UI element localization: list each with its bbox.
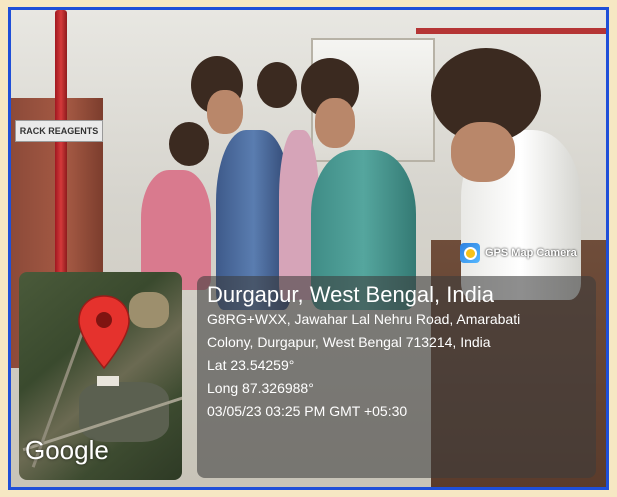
person-boy-white-coat-face: [451, 122, 515, 182]
address-line-1: G8RG+WXX, Jawahar Lal Nehru Road, Amarab…: [207, 311, 521, 327]
map-thumbnail: Google: [19, 272, 182, 480]
latitude-text: Lat 23.54259°: [207, 357, 295, 373]
map-terrain-patch: [79, 382, 169, 442]
gps-map-camera-badge: GPS Map Camera: [460, 240, 577, 266]
reagent-sign: RACK REAGENTS: [15, 120, 103, 142]
address-line-2: Colony, Durgapur, West Bengal 713214, In…: [207, 334, 491, 350]
datetime-text: 03/05/23 03:25 PM GMT +05:30: [207, 403, 408, 419]
google-logo: Google: [25, 435, 109, 465]
map-building: [97, 376, 119, 386]
longitude-text: Long 87.326988°: [207, 380, 314, 396]
person-boy-checked-shirt-face: [207, 90, 243, 134]
map-terrain-patch: [129, 292, 169, 328]
person-girl-left-head: [169, 122, 209, 166]
gps-map-camera-label: GPS Map Camera: [485, 247, 577, 259]
location-title: Durgapur, West Bengal, India: [207, 282, 494, 307]
map-pin-icon: [78, 295, 130, 370]
gps-map-camera-icon: [460, 243, 480, 263]
red-pipe-horizontal: [416, 28, 606, 34]
person-boy-pink-shirt-head: [257, 62, 297, 108]
person-boy-green-shirt-face: [315, 98, 355, 148]
red-pipe-vertical: [55, 10, 67, 300]
